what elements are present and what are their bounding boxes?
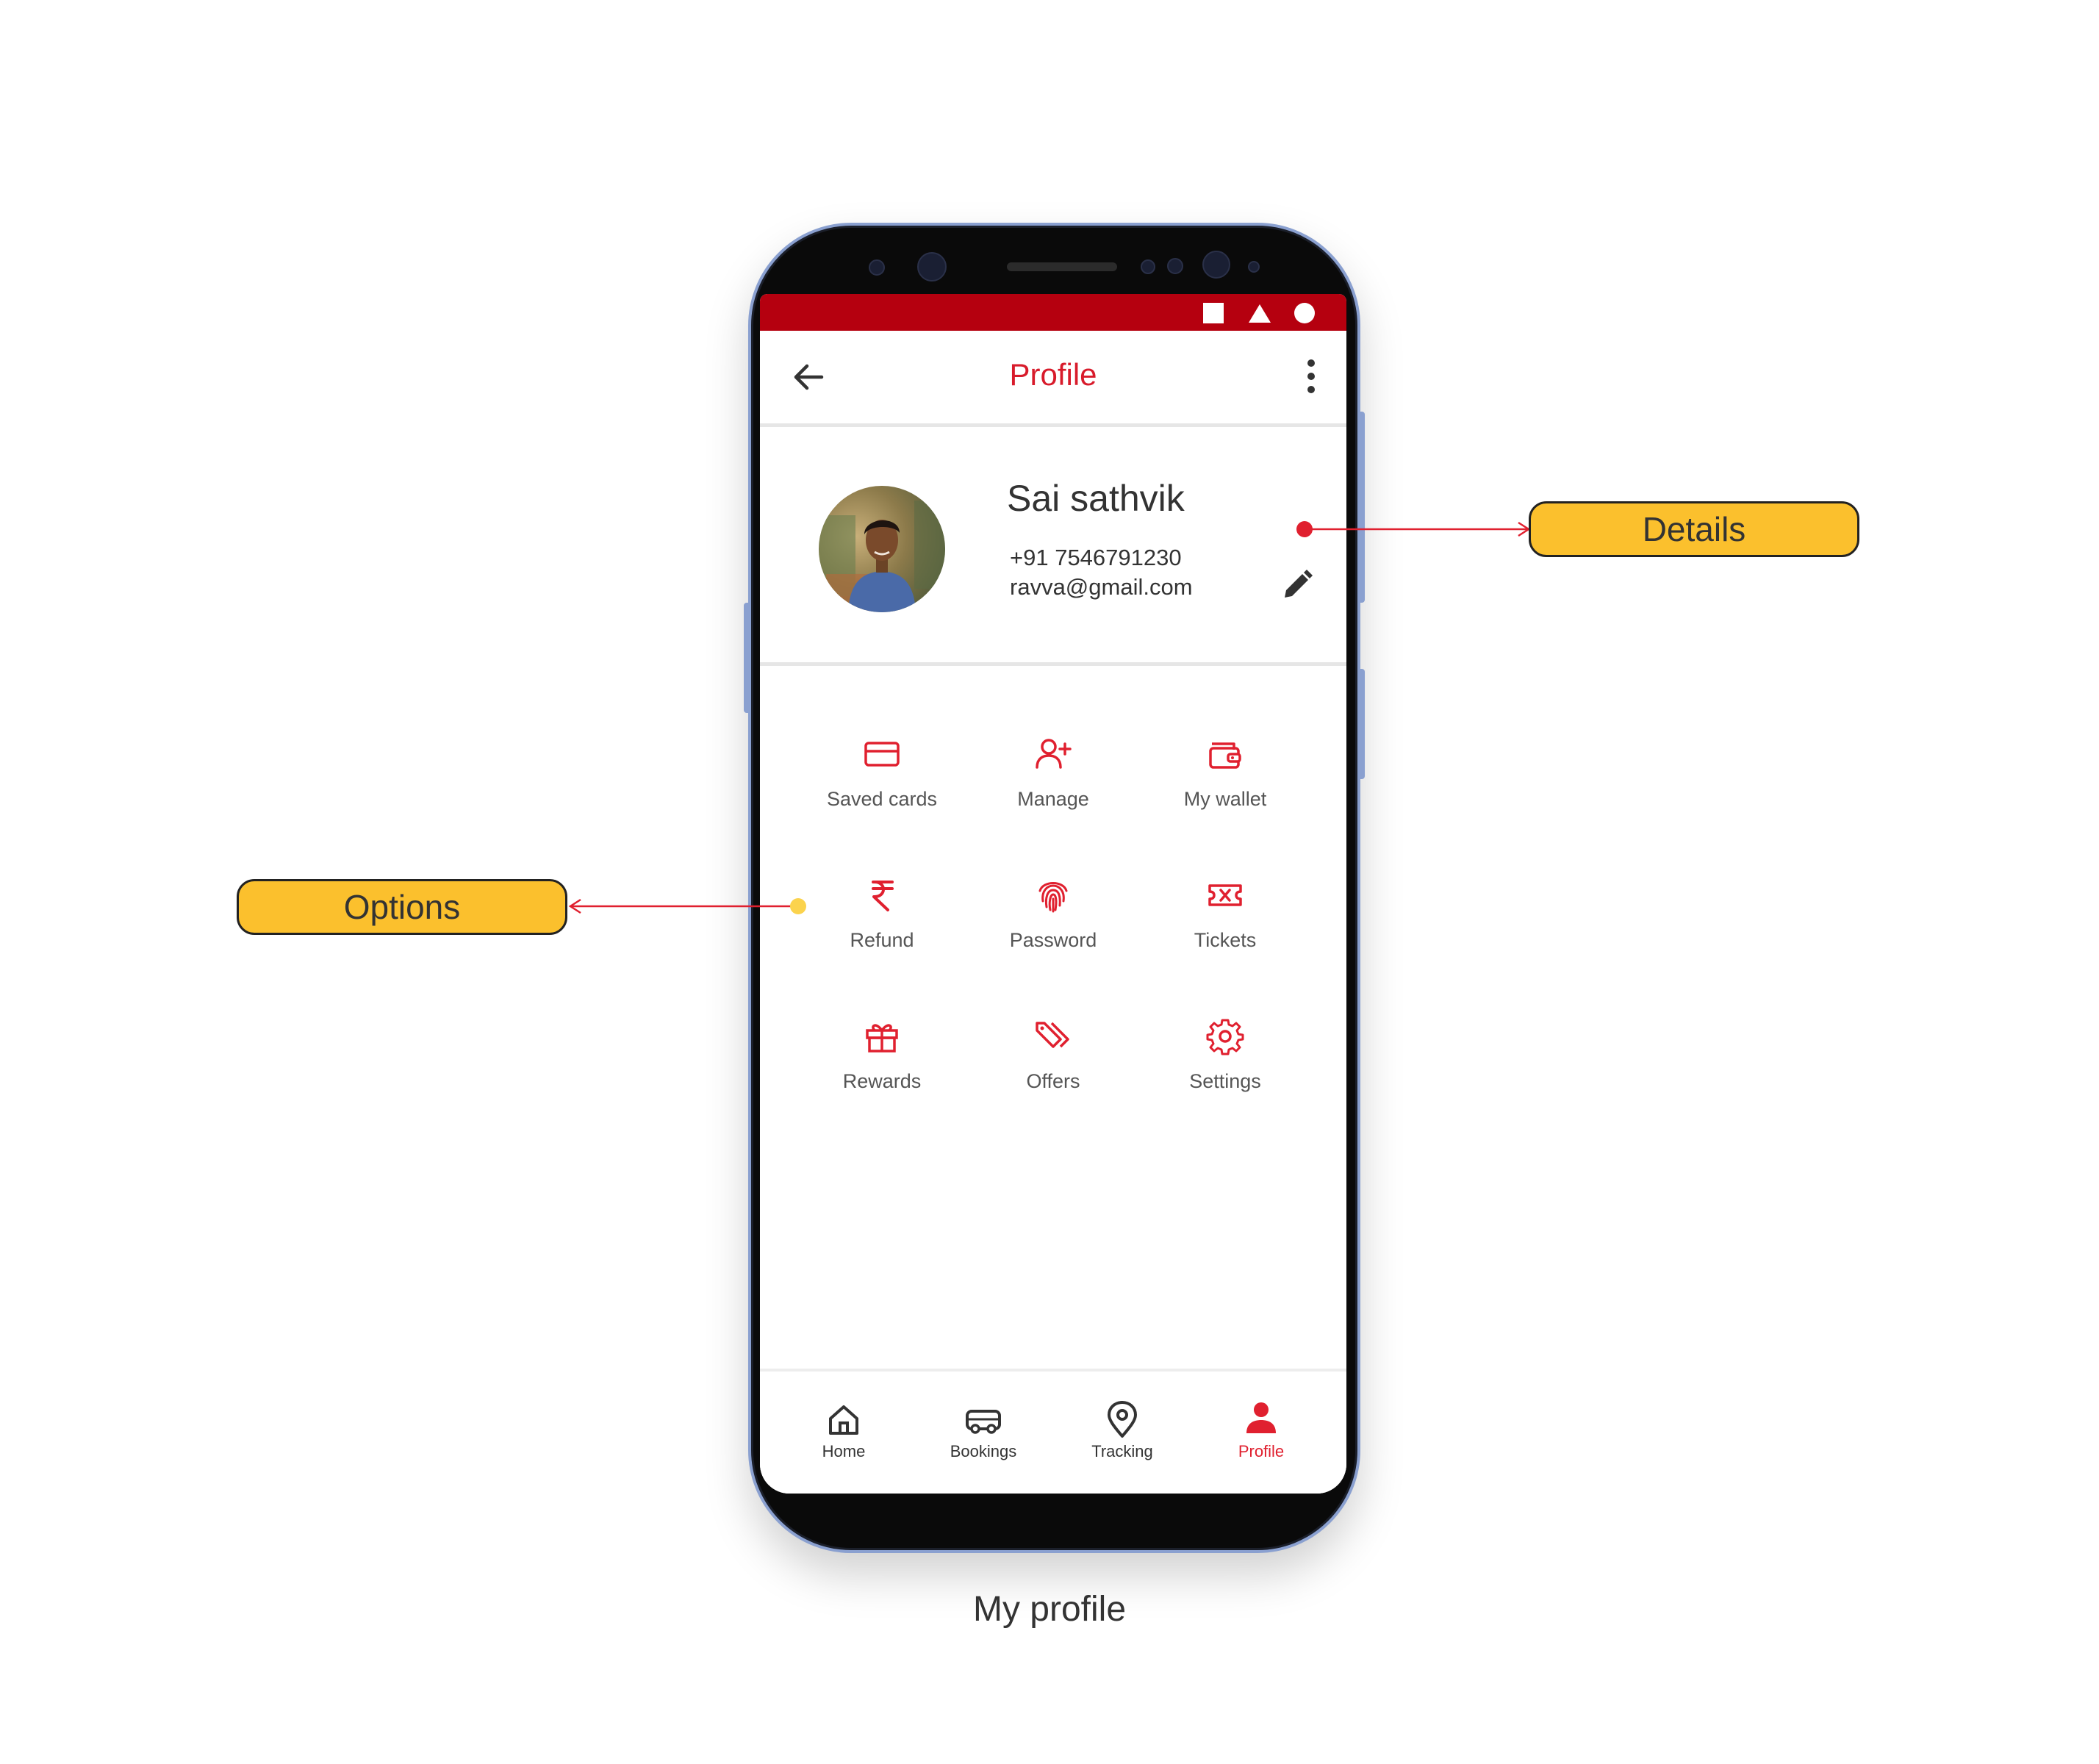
details-marker-dot xyxy=(1296,521,1313,537)
screen-caption: My profile xyxy=(972,1590,1127,1629)
options-marker-dot xyxy=(790,898,806,914)
options-callout: Options xyxy=(237,879,567,935)
details-callout: Details xyxy=(1529,501,1859,557)
